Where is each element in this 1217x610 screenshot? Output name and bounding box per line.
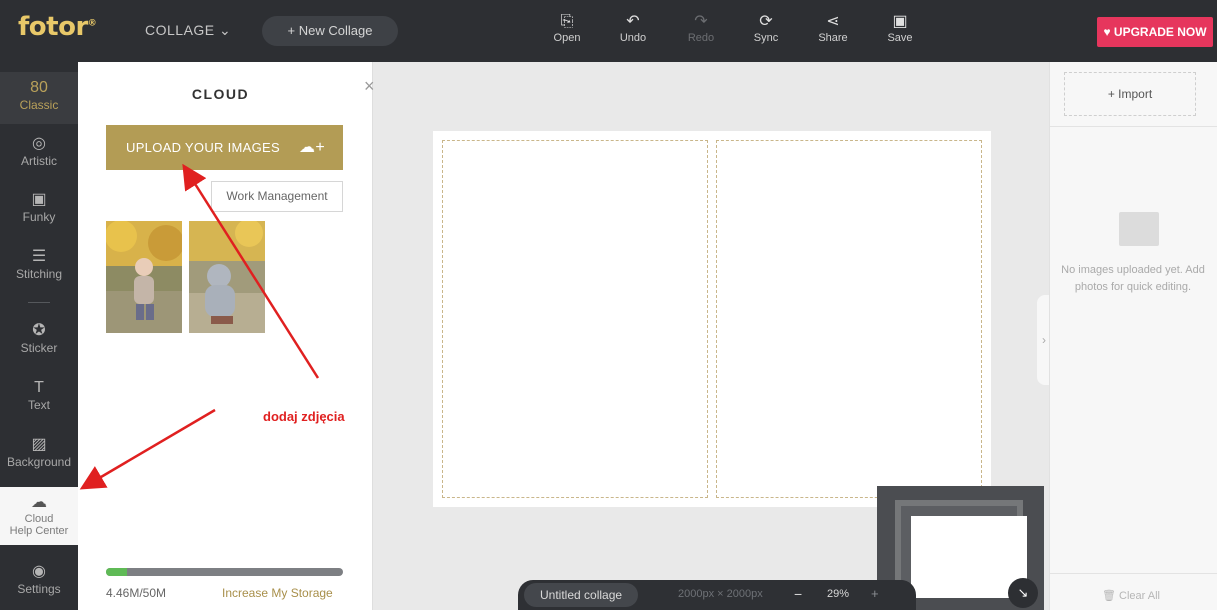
zoom-in-button[interactable]: + bbox=[871, 586, 879, 601]
top-bar: fotor® COLLAGE ⌄ + New Collage ⎘ Open ↶ … bbox=[0, 0, 1217, 62]
storage-progress-bar bbox=[106, 568, 343, 576]
sidebar-item-classic[interactable]: 80 Classic bbox=[0, 72, 78, 124]
zoom-level: 29% bbox=[827, 588, 850, 600]
sync-label: Sync bbox=[753, 32, 779, 44]
divider bbox=[1050, 126, 1217, 127]
redo-icon: ↷ bbox=[694, 13, 708, 30]
collage-mode-menu[interactable]: COLLAGE ⌄ bbox=[145, 22, 231, 39]
open-icon: ⎘ bbox=[560, 13, 574, 30]
navigator-toggle-button[interactable]: ↘ bbox=[1008, 578, 1038, 608]
sync-icon: ⟳ bbox=[759, 13, 773, 30]
canvas-size-text: 2000px × 2000px bbox=[678, 588, 763, 600]
document-name-field[interactable]: Untitled collage bbox=[524, 583, 639, 607]
right-panel: + Import No images uploaded yet. Add pho… bbox=[1049, 62, 1217, 610]
sidebar-item-label: Background bbox=[6, 455, 72, 469]
open-label: Open bbox=[553, 32, 581, 44]
sidebar-item-funky[interactable]: ▣ Funky bbox=[0, 190, 78, 224]
share-icon: ⋖ bbox=[826, 13, 840, 30]
save-icon: ▣ bbox=[892, 13, 908, 30]
funky-icon: ▣ bbox=[31, 191, 47, 208]
settings-icon: ◉ bbox=[32, 563, 46, 580]
cloud-icon: ☁ bbox=[31, 494, 47, 511]
sidebar-item-label: Settings bbox=[17, 582, 61, 596]
fotor-logo[interactable]: fotor® bbox=[18, 12, 97, 42]
share-label: Share bbox=[818, 32, 848, 44]
zoom-out-button[interactable]: − bbox=[794, 586, 802, 602]
uploaded-photo-thumbnail[interactable] bbox=[189, 221, 265, 333]
collage-cell-right[interactable] bbox=[716, 140, 982, 498]
trash-icon: 🗑 bbox=[1102, 590, 1116, 602]
sync-button[interactable]: ⟳ Sync bbox=[742, 12, 790, 44]
sidebar-item-label: Funky bbox=[22, 210, 56, 224]
sidebar-item-label: Sticker bbox=[20, 341, 58, 355]
share-button[interactable]: ⋖ Share bbox=[809, 12, 857, 44]
increase-storage-link[interactable]: Increase My Storage bbox=[222, 586, 333, 600]
undo-icon: ↶ bbox=[626, 13, 640, 30]
sidebar-item-label: Text bbox=[27, 398, 50, 412]
sidebar-item-background[interactable]: ▨ Background bbox=[0, 435, 78, 469]
import-button[interactable]: + Import bbox=[1064, 72, 1196, 116]
collage-canvas[interactable] bbox=[433, 131, 991, 507]
work-management-tooltip: Work Management bbox=[211, 181, 343, 212]
left-sidebar: 80 Classic ◎ Artistic ▣ Funky ☰ Stitchin… bbox=[0, 62, 78, 610]
divider bbox=[1050, 573, 1217, 574]
sidebar-item-label: Classic bbox=[19, 98, 59, 112]
sidebar-item-artistic[interactable]: ◎ Artistic bbox=[0, 134, 78, 168]
storage-progress-fill bbox=[106, 568, 128, 576]
clear-all-label: Clear All bbox=[1119, 590, 1160, 602]
storage-used-text: 4.46M/50M bbox=[106, 586, 167, 600]
save-label: Save bbox=[887, 32, 913, 44]
sidebar-item-cloud[interactable]: ☁ Cloud Help Center bbox=[0, 487, 78, 545]
clear-all-button[interactable]: 🗑 Clear All bbox=[1102, 589, 1160, 602]
undo-label: Undo bbox=[619, 32, 647, 44]
uploaded-photo-thumbnail[interactable] bbox=[106, 221, 182, 333]
sidebar-item-stitching[interactable]: ☰ Stitching bbox=[0, 247, 78, 281]
new-collage-button[interactable]: + New Collage bbox=[262, 16, 398, 46]
upload-images-button[interactable]: UPLOAD YOUR IMAGES ☁+ bbox=[106, 125, 343, 170]
cloud-panel: CLOUD × UPLOAD YOUR IMAGES ☁+ Work Manag… bbox=[78, 62, 375, 610]
cloud-upload-icon: ☁+ bbox=[299, 139, 325, 156]
classic-icon: 80 bbox=[30, 79, 48, 96]
sidebar-divider bbox=[28, 302, 50, 303]
sidebar-item-label: Stitching bbox=[15, 267, 63, 281]
background-icon: ▨ bbox=[31, 436, 47, 453]
sidebar-item-text[interactable]: T Text bbox=[0, 378, 78, 412]
undo-button[interactable]: ↶ Undo bbox=[609, 12, 657, 44]
fotor-collage-app: fotor® COLLAGE ⌄ + New Collage ⎘ Open ↶ … bbox=[0, 0, 1217, 610]
sidebar-item-label: Cloud bbox=[24, 513, 54, 525]
upgrade-now-button[interactable]: ♥ UPGRADE NOW bbox=[1097, 17, 1213, 47]
collage-cell-left[interactable] bbox=[442, 140, 708, 498]
sidebar-item-sticker[interactable]: ✪ Sticker bbox=[0, 321, 78, 355]
text-icon: T bbox=[34, 379, 44, 396]
redo-button[interactable]: ↷ Redo bbox=[677, 12, 725, 44]
save-button[interactable]: ▣ Save bbox=[876, 12, 924, 44]
redo-label: Redo bbox=[687, 32, 715, 44]
sticker-icon: ✪ bbox=[32, 322, 46, 339]
annotation-text: dodaj zdjęcia bbox=[263, 409, 345, 424]
panel-title: CLOUD bbox=[191, 86, 250, 102]
upload-label: UPLOAD YOUR IMAGES bbox=[126, 140, 280, 155]
stitching-icon: ☰ bbox=[31, 248, 47, 265]
empty-state-message: No images uploaded yet. Add photos for q… bbox=[1061, 264, 1205, 293]
sidebar-item-label: Artistic bbox=[21, 154, 57, 168]
open-button[interactable]: ⎘ Open bbox=[543, 12, 591, 44]
status-bar: Untitled collage 2000px × 2000px − 29% + bbox=[518, 580, 916, 610]
sidebar-item-settings[interactable]: ◉ Settings bbox=[0, 562, 78, 596]
close-icon[interactable]: × bbox=[364, 76, 375, 97]
image-placeholder-icon bbox=[1119, 212, 1159, 246]
navigator-frame bbox=[895, 500, 1027, 598]
help-center-link[interactable]: Help Center bbox=[0, 525, 78, 537]
artistic-icon: ◎ bbox=[32, 135, 46, 152]
